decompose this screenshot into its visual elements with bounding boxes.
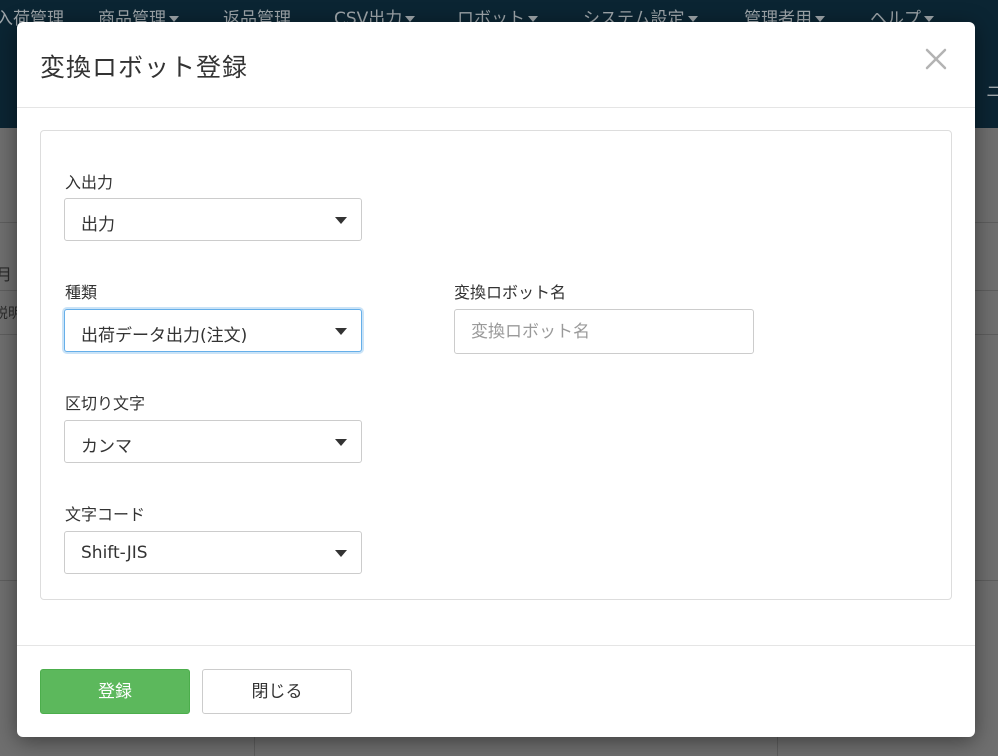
type-label: 種類 — [65, 283, 98, 302]
robot-name-label: 変換ロボット名 — [454, 283, 567, 302]
robot-name-input[interactable] — [454, 309, 754, 354]
caret-down-icon — [335, 439, 347, 446]
io-select-value: 出力 — [81, 215, 115, 235]
encoding-select[interactable]: Shift-JIS — [64, 531, 362, 574]
delimiter-select[interactable]: カンマ — [64, 420, 362, 463]
close-button[interactable] — [919, 42, 951, 74]
background-divider — [777, 737, 778, 756]
delimiter-label: 区切り文字 — [65, 394, 146, 413]
encoding-select-value: Shift-JIS — [81, 543, 148, 563]
delimiter-select-value: カンマ — [81, 437, 132, 457]
background-column-header: 月 — [0, 265, 13, 284]
type-select[interactable]: 出荷データ出力(注文) — [64, 309, 362, 352]
nav-edge-text: ニ — [986, 82, 998, 101]
caret-down-icon — [335, 550, 347, 557]
encoding-label: 文字コード — [65, 505, 146, 524]
modal-title: 変換ロボット登録 — [40, 53, 249, 82]
modal-footer: 登録 閉じる — [17, 645, 975, 738]
io-select[interactable]: 出力 — [64, 198, 362, 241]
robot-registration-modal: 変換ロボット登録 入出力 出力 種類 出荷データ出力(注文) 変換ロボット名 区… — [17, 22, 975, 737]
form-panel: 入出力 出力 種類 出荷データ出力(注文) 変換ロボット名 区切り文字 カンマ … — [40, 130, 952, 600]
close-dialog-button[interactable]: 閉じる — [202, 669, 352, 714]
caret-down-icon — [335, 328, 347, 335]
modal-header: 変換ロボット登録 — [17, 22, 975, 108]
io-label: 入出力 — [65, 173, 114, 192]
type-select-value: 出荷データ出力(注文) — [81, 326, 248, 346]
close-icon — [925, 48, 947, 70]
submit-button[interactable]: 登録 — [40, 669, 190, 714]
background-divider — [254, 737, 255, 756]
caret-down-icon — [335, 217, 347, 224]
